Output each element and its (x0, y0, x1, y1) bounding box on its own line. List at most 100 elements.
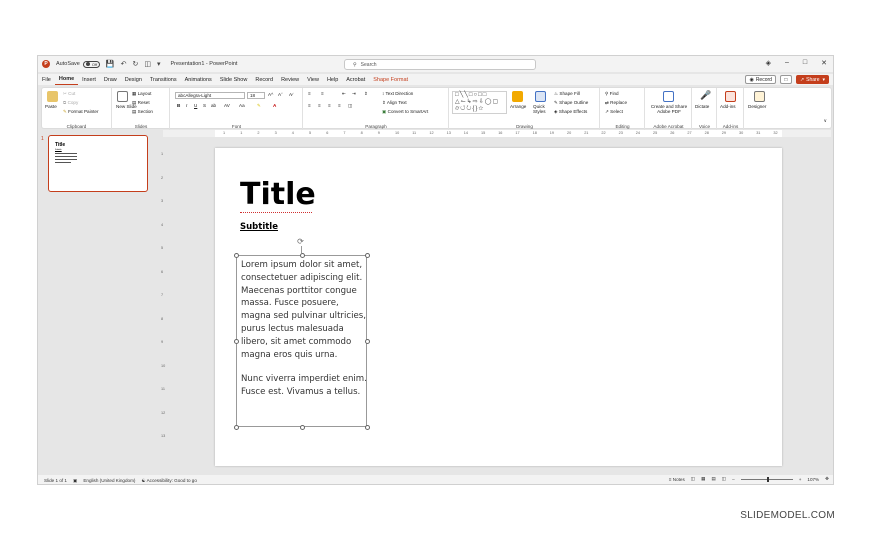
zoom-level[interactable]: 107% (807, 477, 819, 482)
minimize-icon[interactable]: – (785, 59, 789, 67)
columns-icon[interactable]: ◫ (348, 103, 352, 109)
slideshow-icon[interactable]: ◫ (722, 476, 726, 482)
numbering-icon[interactable]: ≡ (321, 91, 324, 96)
cut-button[interactable]: ✂ Cut (63, 91, 75, 97)
shape-effects-button[interactable]: ◈ Shape Effects (554, 109, 587, 115)
find-button[interactable]: ⚲ Find (605, 91, 619, 97)
autosave-toggle[interactable]: Off (82, 60, 100, 68)
replace-button[interactable]: ⇄ Replace (605, 100, 627, 106)
notes-button[interactable]: ≡ Notes (669, 477, 685, 482)
restore-icon[interactable]: □ (803, 59, 807, 67)
present-icon[interactable]: ◫ (144, 60, 151, 68)
tab-home[interactable]: Home (54, 74, 79, 85)
arrange-button[interactable]: Arrange (510, 104, 526, 109)
zoom-out-icon[interactable]: – (732, 477, 735, 482)
reset-button[interactable]: ▤ Reset (132, 100, 150, 106)
resize-handle-top-right[interactable] (365, 253, 370, 258)
copy-button[interactable]: ⧉ Copy (63, 100, 78, 105)
tab-view[interactable]: View (303, 74, 323, 85)
font-size-select[interactable]: 18 (247, 92, 265, 99)
tab-draw[interactable]: Draw (100, 74, 121, 85)
copilot-icon[interactable]: ◈ (766, 59, 771, 67)
tab-animations[interactable]: Animations (181, 74, 216, 85)
rotate-handle-icon[interactable]: ⟳ (296, 237, 305, 246)
paste-button[interactable]: Paste (45, 104, 57, 109)
align-center-icon[interactable]: ≡ (318, 103, 321, 108)
create-share-pdf-button[interactable]: Create and Share Adobe PDF (648, 104, 690, 114)
layout-button[interactable]: ▦ Layout (132, 91, 151, 97)
zoom-slider[interactable] (740, 476, 793, 482)
addins-button[interactable]: Add-ins (720, 104, 736, 109)
clear-format-icon[interactable]: A∕ (289, 92, 293, 97)
resize-handle-top-left[interactable] (234, 253, 239, 258)
char-spacing-av-icon[interactable]: AV (224, 103, 230, 108)
slide-thumbnail[interactable]: Title Subtitle (48, 135, 148, 192)
paste-icon[interactable] (47, 91, 58, 102)
align-text-button[interactable]: ⇕ Align Text (382, 100, 407, 106)
underline-button[interactable]: U (194, 103, 197, 108)
section-button[interactable]: ▤ Section (132, 109, 153, 115)
tab-record[interactable]: Record (251, 74, 277, 85)
undo-icon[interactable]: ↶ (121, 60, 127, 68)
zoom-in-icon[interactable]: + (799, 477, 802, 482)
tab-file[interactable]: File (38, 74, 55, 85)
text-direction-button[interactable]: ↕ Text Direction (382, 91, 413, 96)
shrink-font-icon[interactable]: Aˇ (278, 92, 283, 97)
tab-slide-show[interactable]: Slide Show (216, 74, 252, 85)
resize-handle-bottom[interactable] (300, 425, 305, 430)
italic-button[interactable]: I (186, 103, 187, 108)
slide-sorter-icon[interactable]: ▦ (701, 476, 705, 482)
spelling-icon[interactable]: ▣ (73, 478, 77, 484)
convert-smartart-button[interactable]: ▣ Convert to SmartArt (382, 109, 428, 115)
reading-view-icon[interactable]: ▤ (711, 476, 715, 482)
dictate-button[interactable]: Dictate (695, 104, 709, 109)
char-spacing-icon[interactable]: ab (211, 103, 216, 108)
comments-button[interactable]: □ (779, 75, 792, 84)
designer-button[interactable]: Designer (748, 104, 766, 109)
tab-insert[interactable]: Insert (78, 74, 100, 85)
tab-acrobat[interactable]: Acrobat (342, 74, 369, 85)
bold-button[interactable]: B (177, 103, 180, 108)
highlight-icon[interactable]: ✎ (257, 103, 261, 109)
search-input[interactable]: ⚲ Search (344, 59, 536, 70)
align-right-icon[interactable]: ≡ (328, 103, 331, 108)
grow-font-icon[interactable]: A^ (268, 92, 273, 97)
resize-handle-bottom-right[interactable] (365, 425, 370, 430)
redo-icon[interactable]: ↻ (132, 60, 138, 68)
language-status[interactable]: English (United Kingdom) (83, 478, 135, 483)
decrease-indent-icon[interactable]: ⇤ (342, 91, 346, 97)
collapse-ribbon-icon[interactable]: ∨ (824, 118, 827, 124)
tab-transitions[interactable]: Transitions (146, 74, 181, 85)
change-case-icon[interactable]: Aa (239, 103, 245, 108)
font-name-select[interactable]: abcAllegra-Light (175, 92, 245, 99)
justify-icon[interactable]: ≡ (338, 103, 341, 108)
font-color-icon[interactable]: A (273, 103, 276, 108)
tab-review[interactable]: Review (277, 74, 303, 85)
tab-design[interactable]: Design (121, 74, 146, 85)
normal-view-icon[interactable]: ◫ (691, 476, 695, 482)
shape-fill-button[interactable]: ♨ Shape Fill (554, 91, 580, 97)
customize-toolbar-icon[interactable]: ▾ (157, 60, 161, 68)
slide-subtitle[interactable]: Subtitle (240, 222, 278, 232)
slide-canvas[interactable]: Title Subtitle ⟳ Lorem ipsum dolor sit a… (215, 148, 782, 466)
save-icon[interactable]: 💾 (106, 60, 115, 68)
line-spacing-icon[interactable]: ⇕ (364, 91, 368, 97)
format-painter-button[interactable]: ✎ Format Painter (63, 109, 99, 115)
shape-outline-button[interactable]: ✎ Shape Outline (554, 100, 588, 106)
body-text-box[interactable]: Lorem ipsum dolor sit amet, consectetuer… (234, 253, 370, 430)
slide-title[interactable]: Title (240, 177, 316, 212)
zoom-slider-thumb[interactable] (766, 476, 769, 482)
shapes-gallery[interactable]: □╲╲□○□□ △↼↳⇨⇩◯▢ ⌭↺↻{}☆ (452, 91, 507, 114)
share-button[interactable]: ↗ Share ▾ (795, 75, 829, 84)
tab-shape-format[interactable]: Shape Format (369, 74, 412, 85)
increase-indent-icon[interactable]: ⇥ (352, 91, 356, 97)
select-button[interactable]: ↗ Select (605, 109, 623, 115)
close-icon[interactable]: ✕ (821, 59, 827, 67)
strikethrough-button[interactable]: S (203, 103, 206, 108)
fit-to-window-icon[interactable]: ✥ (825, 476, 829, 482)
tab-help[interactable]: Help (323, 74, 342, 85)
resize-handle-left[interactable] (234, 339, 239, 344)
accessibility-status[interactable]: ☯ Accessibility: Good to go (141, 478, 196, 484)
resize-handle-top[interactable] (300, 253, 305, 258)
resize-handle-right[interactable] (365, 339, 370, 344)
